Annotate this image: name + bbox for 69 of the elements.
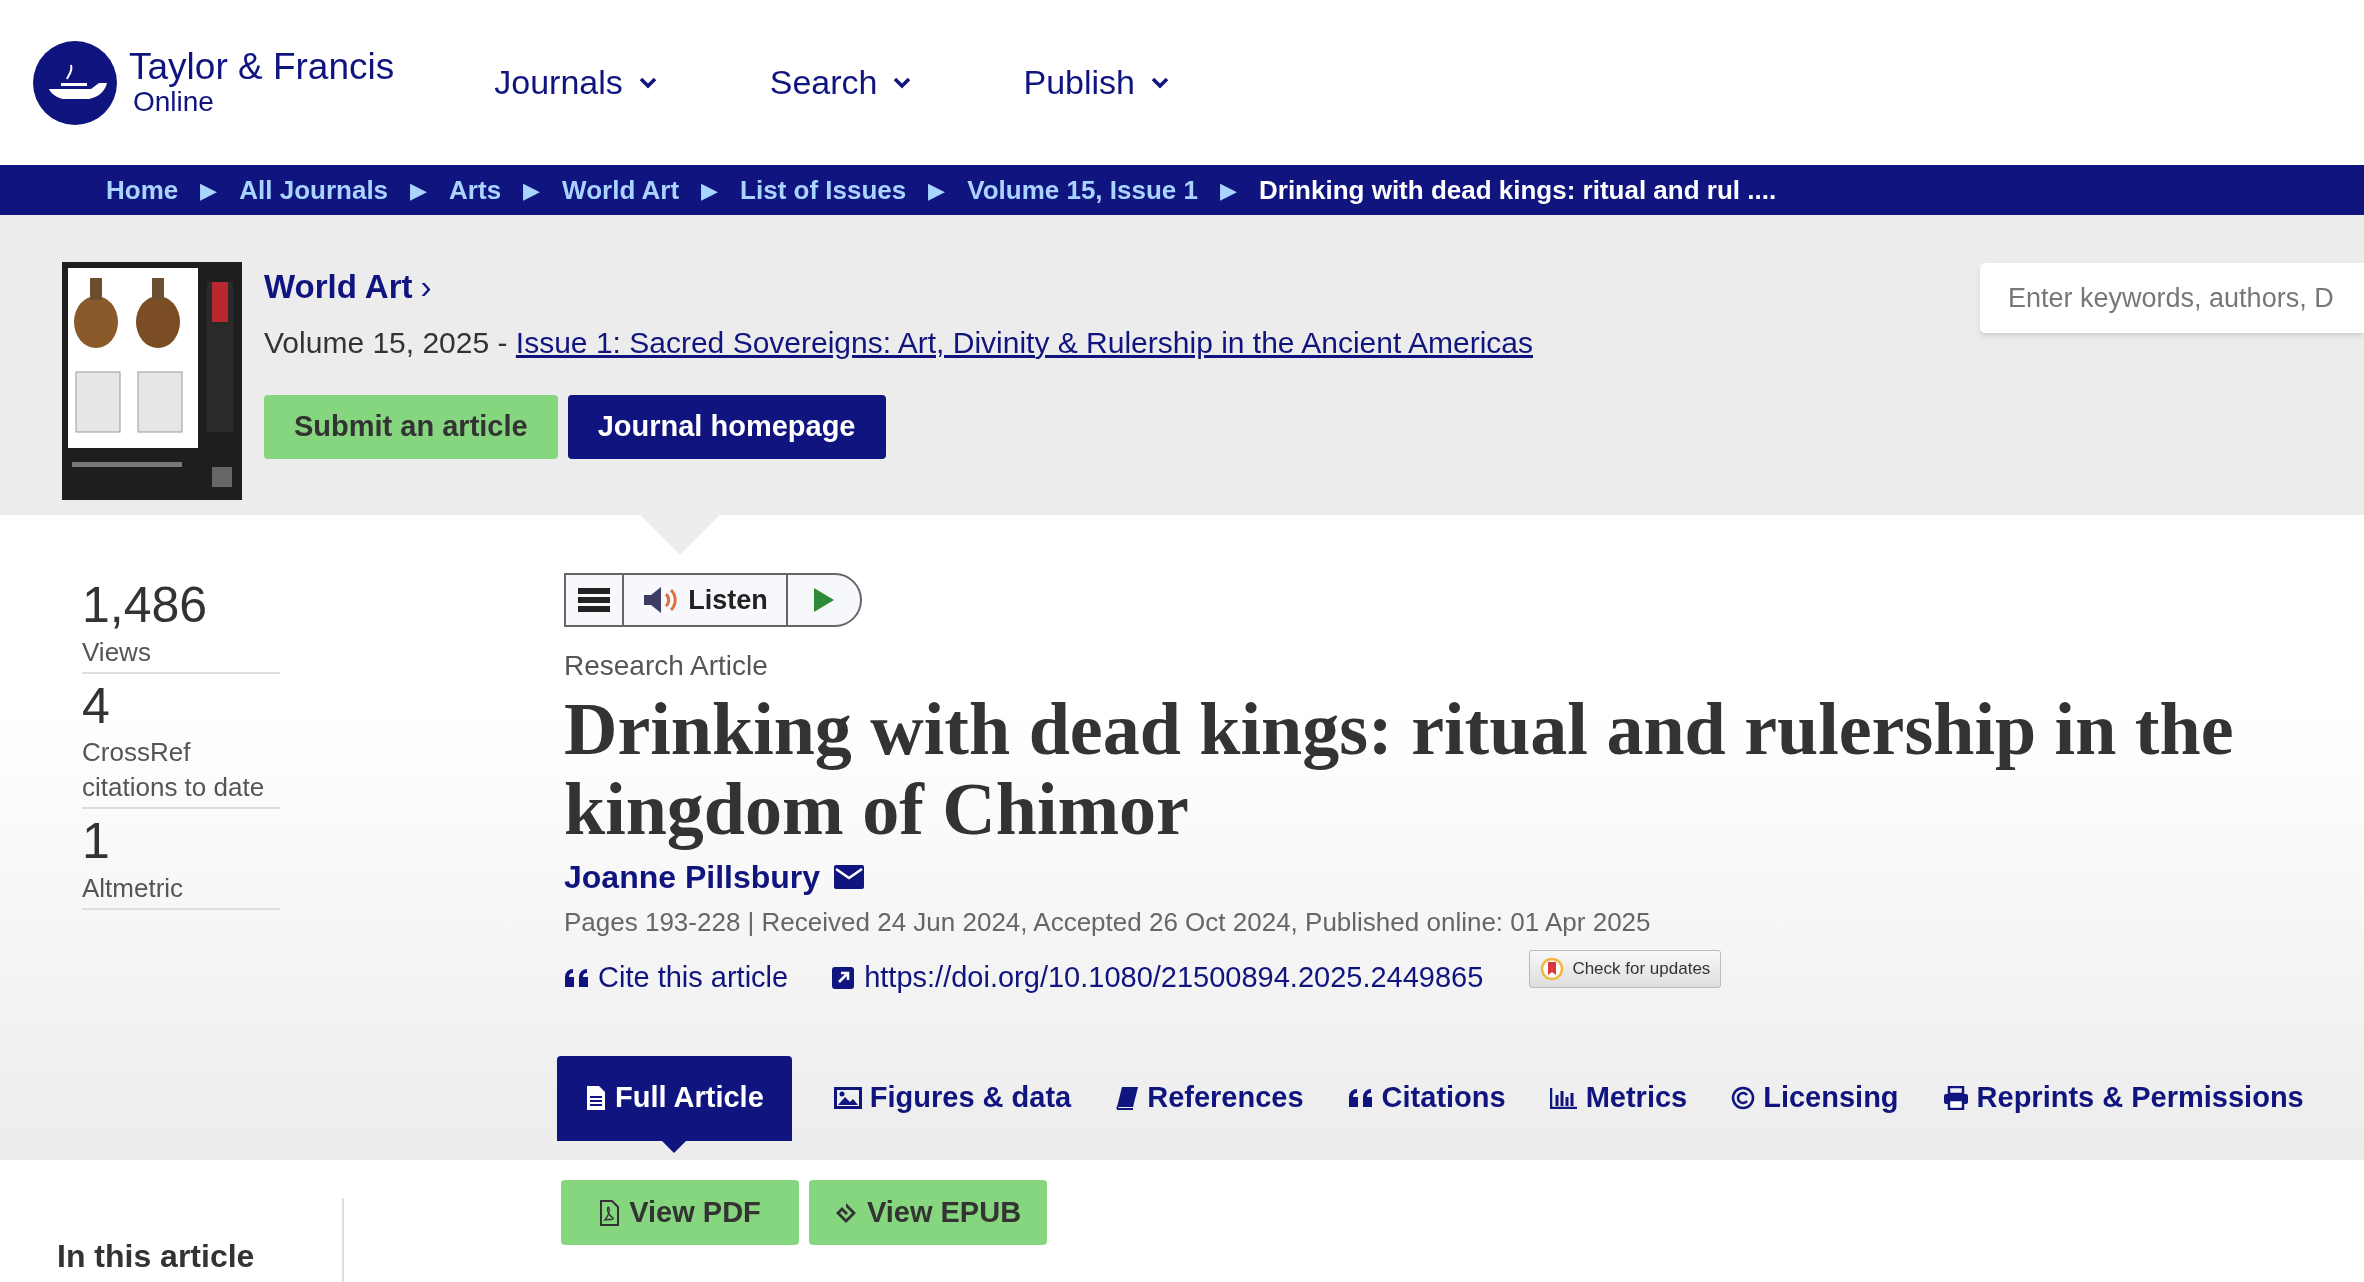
logo-subtitle[interactable]: Online [133, 87, 395, 117]
tab[interactable]: Licensing [1709, 1055, 1921, 1141]
article-type: Research Article [564, 649, 769, 683]
cite-link[interactable]: Cite this article [564, 956, 789, 1000]
tab[interactable]: Figures & data [811, 1055, 1094, 1141]
metric-label: Altmetric [82, 871, 185, 905]
breadcrumb-link[interactable]: Arts [449, 170, 502, 210]
nav-menu[interactable]: Search [769, 57, 912, 108]
tab[interactable]: Metrics [1527, 1055, 1710, 1141]
copyright-icon [1731, 1086, 1756, 1110]
breadcrumb-link[interactable]: World Art [562, 170, 680, 210]
breadcrumb-link[interactable]: Home [106, 170, 179, 210]
tab[interactable]: Citations [1325, 1055, 1528, 1141]
breadcrumb-separator: ▶ [410, 176, 428, 205]
diamond-icon [834, 1201, 857, 1224]
quote-icon [1347, 1088, 1374, 1108]
play-icon [814, 588, 834, 612]
chevron-right-icon: › [420, 262, 432, 312]
bar-chart-icon [1549, 1087, 1578, 1109]
external-link-icon [832, 966, 855, 989]
file-icon [585, 1085, 607, 1111]
image-icon [833, 1087, 862, 1109]
breadcrumb-separator: ▶ [200, 176, 218, 205]
metric-value: 1 [82, 813, 111, 871]
nav-menu[interactable]: Publish [1023, 57, 1169, 108]
breadcrumb-link[interactable]: All Journals [239, 170, 389, 210]
tab[interactable]: Full Article [557, 1055, 792, 1141]
breadcrumb-separator: ▶ [701, 176, 719, 205]
tab[interactable]: Reprints & Permissions [1920, 1055, 2326, 1141]
envelope-icon[interactable] [834, 865, 865, 889]
doi-link[interactable]: https://doi.org/10.1080/21500894.2025.2449865 [832, 956, 1484, 1000]
view-epub-button[interactable]: View EPUB [809, 1180, 1047, 1245]
breadcrumb-separator: ▶ [1220, 176, 1237, 205]
volume-text: Volume 15, 2025 - [264, 324, 509, 361]
author-link[interactable]: Joanne Pillsbury [564, 853, 821, 901]
breadcrumb-link[interactable]: Volume 15, Issue 1 [967, 170, 1198, 210]
chevron-down-icon [638, 76, 657, 89]
menu-icon [578, 587, 610, 613]
breadcrumb-current[interactable]: Drinking with dead kings: ritual and rul .... [1259, 170, 1777, 210]
book-icon [1115, 1086, 1140, 1110]
breadcrumb-link[interactable]: List of Issues [740, 170, 907, 210]
bookmark-circle-icon [1540, 956, 1565, 981]
nav-menu[interactable]: Journals [494, 57, 657, 108]
metric-label: Views [82, 635, 152, 669]
printer-icon [1942, 1086, 1969, 1110]
sidebar-heading: In this article [57, 1237, 256, 1276]
chevron-down-icon [1151, 76, 1169, 89]
submit-button[interactable]: Submit an article [264, 394, 558, 459]
metric-value: 4 [82, 677, 111, 736]
pdf-file-icon [599, 1199, 620, 1226]
tab[interactable]: References [1093, 1055, 1326, 1141]
homepage-button[interactable]: Journal homepage [567, 394, 886, 459]
quote-icon [564, 967, 590, 988]
publication-details: Pages 193-228 | Received 24 Jun 2024, Accepted 26 Oct 2024, Published online: 01 Apr 2025 [564, 906, 1652, 939]
issue-link[interactable]: Issue 1: Sacred Sovereigns: Art, Divinity & Rulership in the Ancient Americas [515, 319, 1533, 365]
journal-title[interactable]: World Art [264, 262, 413, 312]
search-field[interactable]: Enter keywords, authors, D [1980, 263, 2364, 333]
breadcrumb-separator: ▶ [523, 176, 541, 205]
logo-text[interactable]: Taylor & Francis [129, 48, 395, 88]
check-updates-button[interactable]: Check for updates [1529, 949, 1722, 988]
view-pdf-button[interactable]: View PDF [561, 1180, 799, 1245]
listen-button[interactable]: Listen [624, 575, 788, 625]
logo-icon[interactable] [33, 40, 117, 125]
article-title: Drinking with dead kings: ritual and rulership in the kingdom of Chimor [564, 689, 2235, 849]
metric-value: 1,486 [82, 577, 209, 635]
chevron-down-icon [893, 76, 912, 89]
tab-pointer [662, 1140, 687, 1153]
breadcrumb-separator: ▶ [928, 176, 946, 205]
metric-label: CrossRef citations to date [82, 736, 266, 805]
